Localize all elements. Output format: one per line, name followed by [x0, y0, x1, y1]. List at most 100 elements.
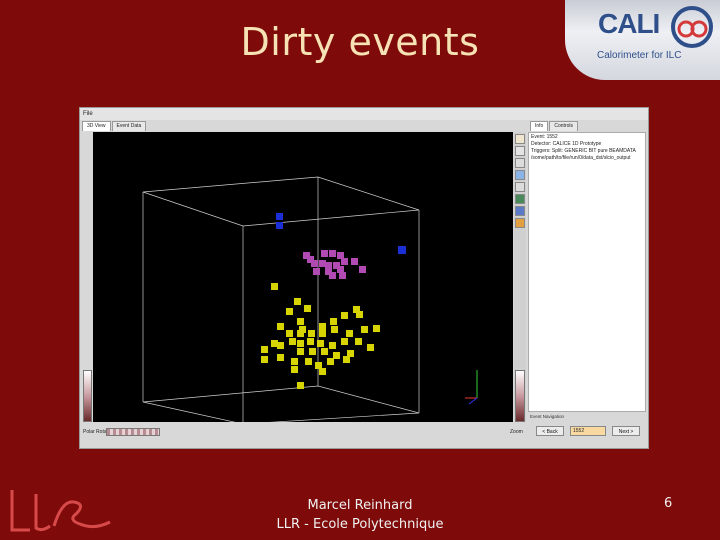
calorimeter-hit [294, 298, 301, 305]
polar-scale-bar[interactable] [83, 370, 92, 422]
calorimeter-hit [315, 362, 322, 369]
info-panel: Event: 1552 Detector: CALICE 1D Prototyp… [528, 132, 646, 412]
calorimeter-hit [356, 311, 363, 318]
calorimeter-hit [341, 312, 348, 319]
calorimeter-hit [329, 250, 336, 257]
calorimeter-hit [271, 340, 278, 347]
info-line: Event: 1552 [531, 134, 558, 140]
calorimeter-hit [297, 340, 304, 347]
right-tab-bar: Info Controls [530, 121, 579, 131]
info-line: Triggers: Split: GENERIC BIT pure BEAMDA… [531, 148, 636, 154]
calorimeter-hit [261, 356, 268, 363]
calorimeter-hit [351, 258, 358, 265]
tab-event-data[interactable]: Event Data [111, 121, 147, 131]
calorimeter-hit [291, 358, 298, 365]
page-number: 6 [664, 496, 673, 511]
3d-scene[interactable] [93, 132, 513, 422]
next-button[interactable]: Next > [612, 426, 640, 436]
zoom-label: Zoom [510, 429, 523, 435]
calorimeter-hit [331, 326, 338, 333]
calorimeter-hit [333, 352, 340, 359]
calorimeter-hit [297, 330, 304, 337]
calorimeter-hit [286, 308, 293, 315]
pointer-icon[interactable] [515, 134, 525, 144]
calorimeter-hit [286, 330, 293, 337]
calorimeter-hit [276, 213, 283, 220]
calorimeter-hit [304, 305, 311, 312]
calorimeter-hit [319, 260, 326, 267]
tab-3d-view[interactable]: 3D View [82, 121, 111, 131]
footer-credits: Marcel Reinhard LLR - Ecole Polytechniqu… [260, 496, 460, 534]
slide: Dirty events CALI Calorimeter for ILC Ma… [0, 0, 720, 540]
info-line: /some/path/to/file/run/0/data_dst/slcio_… [531, 155, 631, 161]
calorimeter-hit [327, 358, 334, 365]
calorimeter-hit [337, 252, 344, 259]
calice-logo-rings-icon [671, 6, 713, 48]
rotate-icon[interactable] [515, 146, 525, 156]
calorimeter-hit [341, 338, 348, 345]
calorimeter-hit [291, 366, 298, 373]
calorimeter-hit [297, 318, 304, 325]
event-number-input[interactable]: 1552 [570, 426, 606, 436]
view-icon[interactable] [515, 170, 525, 180]
calorimeter-hit [347, 350, 354, 357]
calorimeter-hits [261, 213, 406, 389]
calorimeter-hit [398, 246, 406, 254]
footer-affiliation: LLR - Ecole Polytechnique [276, 517, 444, 532]
calorimeter-hit [319, 368, 326, 375]
calorimeter-hit [307, 256, 314, 263]
calorimeter-hit [337, 266, 344, 273]
calorimeter-hit [317, 340, 324, 347]
calorimeter-hit [339, 272, 346, 279]
calorimeter-hit [289, 338, 296, 345]
calorimeter-hit [309, 348, 316, 355]
calorimeter-hit [297, 382, 304, 389]
calorimeter-hit [277, 342, 284, 349]
menu-bar: File [80, 108, 648, 120]
calorimeter-hit [297, 348, 304, 355]
tab-info[interactable]: Info [530, 121, 549, 131]
calice-logo-text: CALI [598, 8, 660, 39]
calorimeter-hit [346, 330, 353, 337]
calorimeter-hit [271, 283, 278, 290]
calorimeter-hit [367, 344, 374, 351]
calice-logo-subtitle: Calorimeter for ILC [597, 50, 682, 61]
eye-icon[interactable] [515, 194, 525, 204]
calorimeter-hit [341, 258, 348, 265]
event-navigation-label: Event Navigation [530, 414, 565, 419]
calorimeter-hit [308, 330, 315, 337]
info-line: Detector: CALICE 1D Prototype [531, 141, 602, 147]
polar-rotation-slider[interactable] [106, 428, 160, 436]
calorimeter-hit [261, 346, 268, 353]
bottom-controls: Polar Rotation Zoom < Back 1552 Next > [80, 426, 648, 448]
back-button[interactable]: < Back [536, 426, 564, 436]
calorimeter-hit [305, 358, 312, 365]
calorimeter-hit [307, 338, 314, 345]
pick-icon[interactable] [515, 206, 525, 216]
calorimeter-hit [330, 318, 337, 325]
tab-controls[interactable]: Controls [549, 121, 578, 131]
menu-file[interactable]: File [80, 111, 93, 117]
save-icon[interactable] [515, 182, 525, 192]
calorimeter-hit [329, 342, 336, 349]
calorimeter-hit [321, 348, 328, 355]
camera-icon[interactable] [515, 158, 525, 168]
calorimeter-hit [343, 356, 350, 363]
calorimeter-hit [276, 222, 283, 229]
slide-title: Dirty events [240, 20, 480, 64]
3d-viewport[interactable] [93, 132, 513, 422]
palette-icon[interactable] [515, 218, 525, 228]
calorimeter-hit [325, 262, 332, 269]
calorimeter-hit [329, 272, 336, 279]
axes-triad-icon [465, 370, 478, 405]
calorimeter-hit [359, 266, 366, 273]
left-tab-bar: 3D View Event Data [82, 121, 147, 131]
calorimeter-hit [313, 268, 320, 275]
zoom-scale-bar[interactable] [515, 370, 525, 422]
calorimeter-hit [321, 250, 328, 257]
calorimeter-hit [355, 338, 362, 345]
event-display-window: File 3D View Event Data Info Controls Ev… [79, 107, 649, 449]
calorimeter-hit [277, 354, 284, 361]
calorimeter-hit [319, 330, 326, 337]
calorimeter-hit [319, 323, 326, 330]
